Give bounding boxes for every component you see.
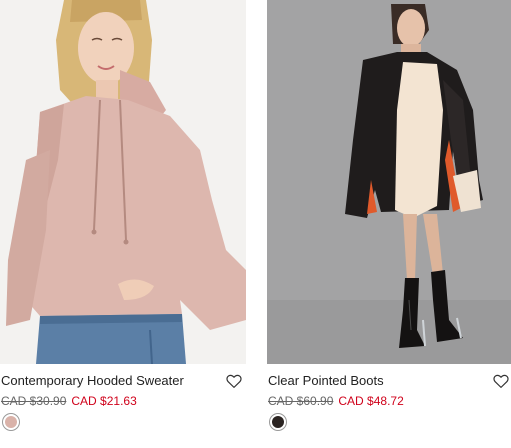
product-grid: Contemporary Hooded Sweater CAD $30.90 CA… [0,0,511,448]
product-image[interactable] [267,0,511,364]
product-card[interactable]: Clear Pointed Boots CAD $60.90 CAD $48.72 [267,0,511,448]
sale-price: CAD $48.72 [338,394,404,408]
original-price: CAD $60.90 [268,394,334,408]
boots-model-illustration [267,0,511,364]
product-image[interactable] [0,0,246,364]
heart-icon[interactable] [492,372,510,390]
swatch-fill [5,416,17,428]
original-price: CAD $30.90 [1,394,67,408]
price-row: CAD $60.90 CAD $48.72 [268,394,404,408]
color-swatch[interactable] [269,413,287,431]
product-name[interactable]: Contemporary Hooded Sweater [1,373,184,388]
hoodie-model-illustration [0,0,246,364]
product-card[interactable]: Contemporary Hooded Sweater CAD $30.90 CA… [0,0,246,448]
product-name[interactable]: Clear Pointed Boots [268,373,384,388]
price-row: CAD $30.90 CAD $21.63 [1,394,137,408]
swatch-fill [272,416,284,428]
sale-price: CAD $21.63 [71,394,137,408]
color-swatch[interactable] [2,413,20,431]
heart-icon[interactable] [225,372,243,390]
